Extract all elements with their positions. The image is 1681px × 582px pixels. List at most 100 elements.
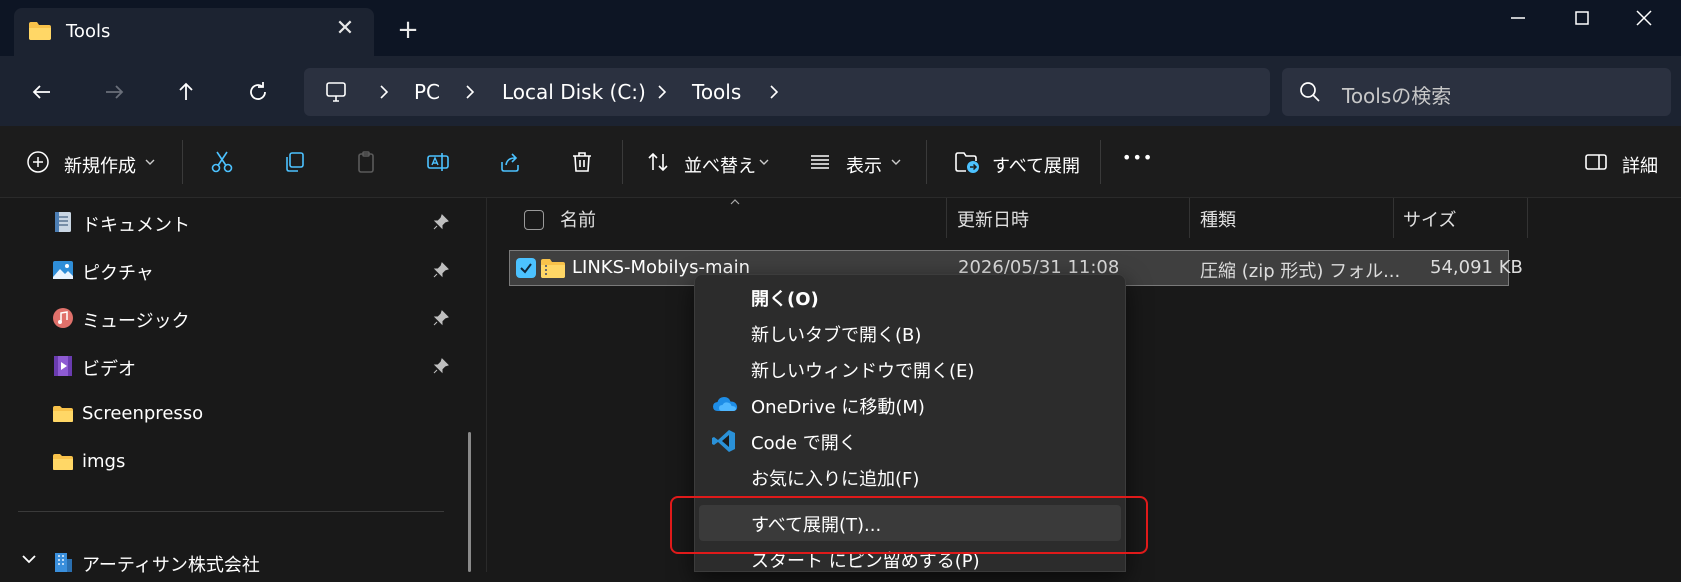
crumb-local-disk[interactable]: Local Disk (C:) bbox=[502, 80, 646, 104]
menu-item-label: 開く(O) bbox=[751, 289, 819, 310]
menu-item-label: Code で開く bbox=[751, 433, 857, 454]
sort-button[interactable]: 並べ替え bbox=[638, 142, 778, 182]
sidebar-item-label: ミュージック bbox=[82, 311, 190, 332]
column-divider[interactable] bbox=[946, 198, 947, 238]
close-tab-button[interactable]: ✕ bbox=[330, 14, 360, 44]
menu-item-add-favorites[interactable]: お気に入りに追加(F) bbox=[699, 459, 1121, 495]
chevron-right-icon bbox=[770, 85, 779, 99]
breadcrumb[interactable]: PC Local Disk (C:) Tools bbox=[304, 68, 1270, 116]
menu-item-onedrive[interactable]: OneDrive に移動(M) bbox=[699, 387, 1121, 423]
sort-icon bbox=[648, 152, 668, 172]
rename-button[interactable] bbox=[418, 142, 458, 182]
crumb-pc[interactable]: PC bbox=[414, 80, 440, 104]
copy-button[interactable] bbox=[274, 142, 314, 182]
column-header-type[interactable]: 種類 bbox=[1200, 206, 1236, 232]
menu-item-open[interactable]: 開く(O) bbox=[699, 279, 1121, 315]
refresh-button[interactable] bbox=[240, 74, 276, 110]
pin-icon[interactable] bbox=[432, 213, 450, 231]
toolbar-divider bbox=[182, 140, 183, 184]
details-button[interactable]: 詳細 bbox=[1576, 142, 1666, 182]
vscode-icon bbox=[712, 430, 735, 452]
sort-ascending-icon bbox=[730, 199, 740, 205]
search-icon bbox=[1300, 82, 1320, 102]
menu-item-open-new-tab[interactable]: 新しいタブで開く(B) bbox=[699, 315, 1121, 351]
file-size: 54,091 KB bbox=[1430, 257, 1523, 278]
view-label: 表示 bbox=[846, 156, 882, 177]
chevron-right-icon bbox=[466, 85, 475, 99]
select-all-checkbox[interactable] bbox=[524, 210, 544, 230]
sidebar-item-label: Screenpresso bbox=[82, 403, 204, 424]
menu-item-open-with-code[interactable]: Code で開く bbox=[699, 423, 1121, 459]
share-button[interactable] bbox=[490, 142, 530, 182]
list-view-icon bbox=[811, 155, 829, 169]
file-type: 圧縮 (zip 形式) フォル... bbox=[1200, 261, 1401, 282]
refresh-icon bbox=[250, 82, 266, 100]
pin-icon[interactable] bbox=[432, 261, 450, 279]
arrow-right-icon bbox=[106, 85, 124, 99]
paste-button[interactable] bbox=[346, 142, 386, 182]
scissors-icon bbox=[211, 151, 233, 173]
computer-icon bbox=[326, 82, 346, 102]
column-header-size[interactable]: サイズ bbox=[1403, 206, 1456, 232]
title-bar: Tools ✕ + bbox=[0, 0, 1681, 56]
maximize-button[interactable] bbox=[1552, 2, 1612, 34]
sidebar-item-documents[interactable]: ドキュメント bbox=[52, 202, 462, 242]
minimize-button[interactable] bbox=[1488, 2, 1548, 34]
menu-item-label: 新しいウィンドウで開く(E) bbox=[751, 361, 975, 382]
new-button[interactable]: 新規作成 bbox=[18, 142, 160, 182]
pin-icon[interactable] bbox=[432, 357, 450, 375]
folder-icon bbox=[53, 406, 73, 422]
menu-item-label: お気に入りに追加(F) bbox=[751, 469, 920, 490]
back-button[interactable] bbox=[24, 74, 60, 110]
column-header-modified[interactable]: 更新日時 bbox=[957, 206, 1029, 232]
zip-folder-icon bbox=[541, 259, 565, 278]
column-divider[interactable] bbox=[1393, 198, 1394, 238]
new-tab-button[interactable]: + bbox=[392, 14, 424, 46]
tab-tools[interactable]: Tools ✕ bbox=[14, 8, 374, 56]
folder-extract-icon bbox=[955, 152, 979, 173]
checkmark-icon bbox=[520, 263, 532, 274]
building-icon bbox=[55, 553, 72, 572]
extract-all-button[interactable]: すべて展開 bbox=[946, 142, 1082, 182]
more-icon: ••• bbox=[1122, 148, 1154, 167]
crumb-tools[interactable]: Tools bbox=[692, 80, 741, 104]
sidebar-item-label: ピクチャ bbox=[82, 263, 154, 284]
pin-icon[interactable] bbox=[432, 309, 450, 327]
details-pane-icon bbox=[1585, 154, 1607, 170]
up-button[interactable] bbox=[168, 74, 204, 110]
view-button[interactable]: 表示 bbox=[800, 142, 910, 182]
arrow-up-icon bbox=[179, 82, 193, 100]
column-divider[interactable] bbox=[1527, 198, 1528, 238]
navigation-pane: ドキュメント ピクチャ ミュージック ビデオ Screenpresso imgs… bbox=[0, 198, 486, 576]
close-window-button[interactable] bbox=[1614, 2, 1674, 34]
more-options-button[interactable]: ••• bbox=[1116, 142, 1166, 182]
menu-item-open-new-window[interactable]: 新しいウィンドウで開く(E) bbox=[699, 351, 1121, 387]
search-placeholder: Toolsの検索 bbox=[1342, 84, 1452, 108]
minimize-icon bbox=[1511, 17, 1525, 19]
forward-button[interactable] bbox=[96, 74, 132, 110]
sidebar-item-imgs[interactable]: imgs bbox=[52, 442, 462, 482]
sidebar-item-organization[interactable]: アーティサン株式会社 bbox=[52, 542, 462, 582]
cut-button[interactable] bbox=[202, 142, 242, 182]
chevron-right-icon bbox=[658, 85, 667, 99]
sidebar-item-videos[interactable]: ビデオ bbox=[52, 346, 462, 386]
column-header-name[interactable]: 名前 bbox=[560, 206, 596, 232]
sidebar-scrollbar[interactable] bbox=[468, 432, 471, 572]
sidebar-item-screenpresso[interactable]: Screenpresso bbox=[52, 394, 462, 434]
column-divider[interactable] bbox=[1189, 198, 1190, 238]
arrow-left-icon bbox=[32, 85, 50, 99]
folder-icon bbox=[53, 454, 73, 470]
details-label: 詳細 bbox=[1622, 156, 1658, 177]
delete-button[interactable] bbox=[562, 142, 602, 182]
new-label: 新規作成 bbox=[64, 156, 136, 177]
row-checkbox[interactable] bbox=[516, 258, 536, 278]
search-input[interactable]: Toolsの検索 bbox=[1282, 68, 1671, 116]
sidebar-divider bbox=[18, 511, 444, 512]
clipboard-icon bbox=[358, 151, 374, 173]
sidebar-item-pictures[interactable]: ピクチャ bbox=[52, 250, 462, 290]
sidebar-item-music[interactable]: ミュージック bbox=[52, 298, 462, 338]
chevron-down-icon[interactable] bbox=[20, 552, 38, 566]
toolbar-divider bbox=[926, 140, 927, 184]
onedrive-cloud-icon bbox=[713, 397, 738, 411]
tab-title: Tools bbox=[66, 21, 111, 42]
